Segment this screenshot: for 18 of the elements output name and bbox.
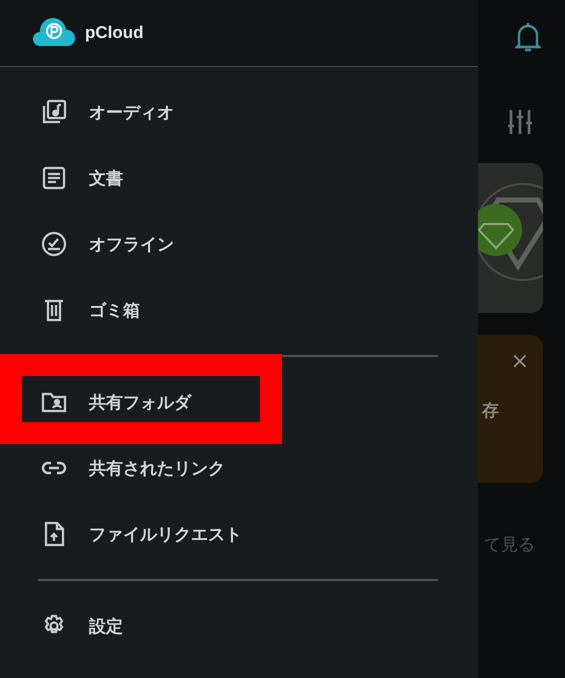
menu-item[interactable]: ファイルリクエスト <box>0 501 478 567</box>
cloud-logo-icon <box>32 18 76 48</box>
banner-text: 存 <box>480 400 500 422</box>
menu-item[interactable]: 共有されたリンク <box>0 435 478 501</box>
menu-item[interactable]: ゴミ箱 <box>0 277 478 343</box>
menu-item[interactable]: 設定 <box>0 593 478 659</box>
menu-item[interactable]: 文書 <box>0 145 478 211</box>
filter-sliders-icon[interactable] <box>507 108 533 136</box>
bell-icon[interactable] <box>515 20 541 54</box>
app-logo-text: pCloud <box>85 23 144 43</box>
premium-card[interactable] <box>478 163 543 313</box>
document-icon <box>40 164 68 192</box>
music-icon <box>40 98 68 126</box>
check-circle-icon <box>40 230 68 258</box>
menu-item[interactable]: 共有フォルダ <box>0 369 478 435</box>
close-icon[interactable]: × <box>510 351 529 373</box>
menu-item[interactable]: オーディオ <box>0 79 478 145</box>
menu-item[interactable]: オフライン <box>0 211 478 277</box>
